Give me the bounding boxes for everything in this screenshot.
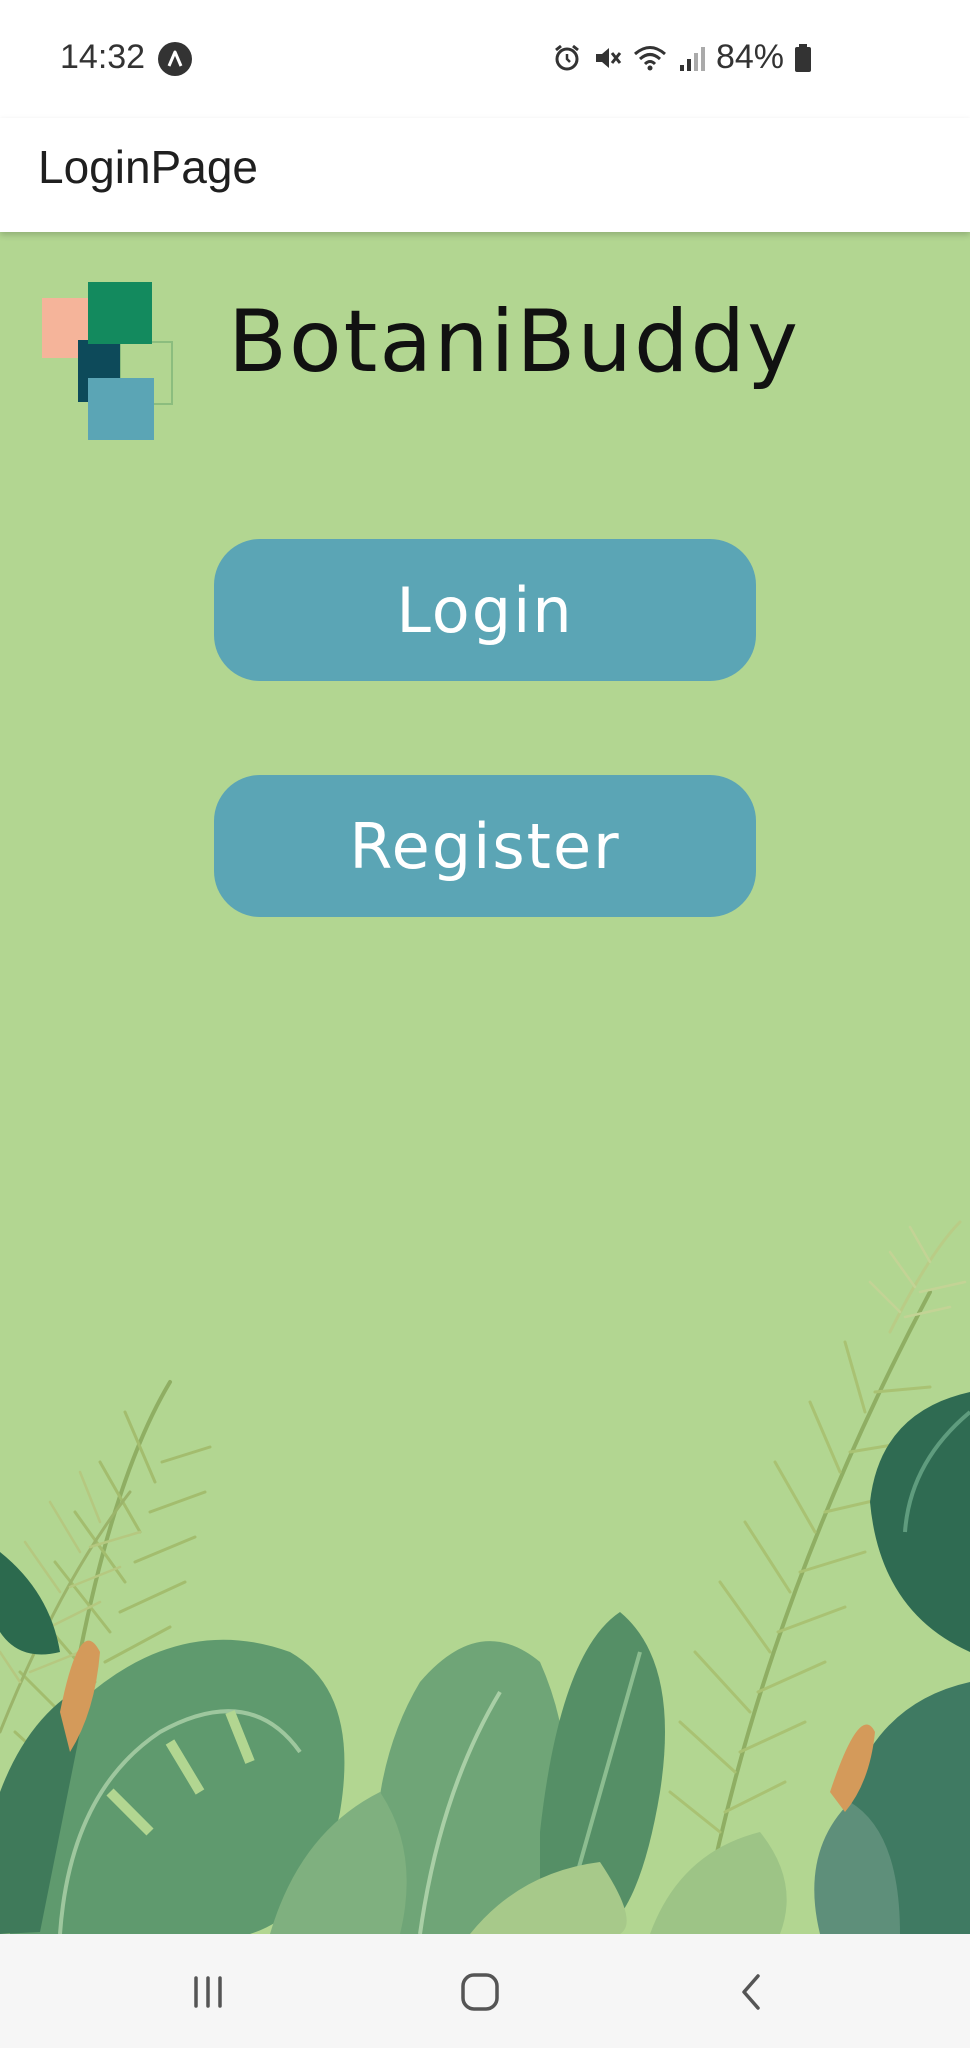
tropical-leaves-illustration	[0, 1220, 970, 1934]
app-logo	[42, 282, 173, 440]
mute-icon	[592, 43, 622, 73]
alarm-icon	[552, 43, 582, 73]
status-icons: 84%	[552, 38, 812, 77]
navigation-bar	[0, 1934, 970, 2048]
battery-icon	[794, 43, 812, 73]
brand-name: BotaniBuddy	[228, 292, 801, 392]
login-button[interactable]: Login	[214, 539, 756, 681]
status-bar: 14:32 84%	[0, 0, 970, 118]
app-notification-icon	[158, 42, 192, 76]
app-bar: LoginPage	[0, 118, 970, 232]
main-content: BotaniBuddy Login Register	[0, 232, 970, 1934]
back-icon[interactable]	[722, 1962, 782, 2022]
battery-percent: 84%	[715, 38, 784, 76]
status-time: 14:32	[60, 38, 146, 76]
signal-icon	[678, 43, 706, 73]
register-button[interactable]: Register	[214, 775, 756, 917]
recent-apps-icon[interactable]	[178, 1962, 238, 2022]
wifi-icon	[632, 43, 668, 73]
page-title: LoginPage	[38, 141, 258, 193]
home-icon[interactable]	[450, 1962, 510, 2022]
